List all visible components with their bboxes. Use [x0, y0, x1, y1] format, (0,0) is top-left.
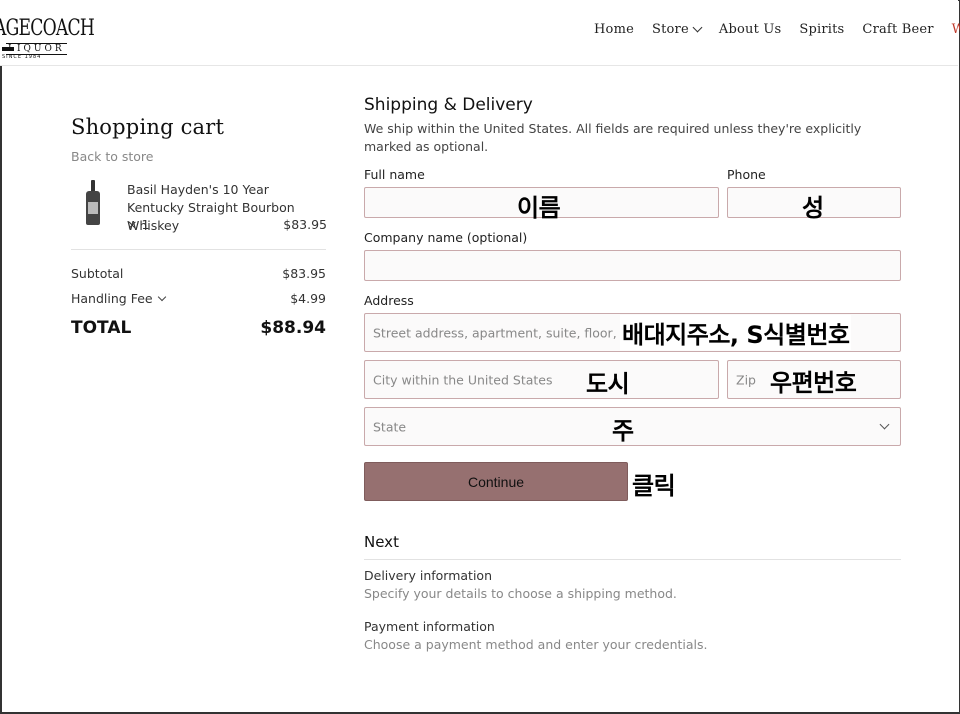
nav-whiskey-label: Whisk — [951, 22, 960, 37]
handling-fee-toggle[interactable]: Handling Fee — [71, 291, 166, 306]
nav-about-us[interactable]: About Us — [719, 22, 782, 37]
annotation-continue: 클릭 — [632, 472, 676, 500]
nav-spirits[interactable]: Spirits — [799, 22, 844, 37]
phone-label: Phone — [727, 167, 766, 182]
company-input[interactable] — [364, 250, 901, 281]
nav-store[interactable]: Store — [651, 22, 703, 37]
handling-fee-value: $4.99 — [290, 291, 326, 306]
nav-spirits-label: Spirits — [799, 22, 845, 37]
full-name-label: Full name — [364, 167, 425, 182]
next-divider — [364, 559, 901, 560]
annotation-state: 주 — [612, 417, 634, 445]
cart-divider — [71, 249, 326, 250]
state-placeholder: State — [373, 419, 407, 434]
logo-wordmark: AGECOACH — [0, 16, 95, 41]
step-payment-title: Payment information — [364, 619, 495, 634]
annotation-street: 배대지주소, S식별번호 — [620, 315, 852, 350]
annotation-phone: 성 — [802, 194, 824, 222]
cart-title: Shopping cart — [71, 115, 225, 139]
step-payment-desc: Choose a payment method and enter your c… — [364, 637, 708, 652]
handling-fee-row: Handling Fee $4.99 — [71, 291, 326, 306]
cart-item-price: $83.95 — [283, 217, 327, 232]
step-delivery-title: Delivery information — [364, 568, 493, 583]
step-delivery-desc: Specify your details to choose a shippin… — [364, 586, 677, 601]
total-label: TOTAL — [71, 318, 132, 338]
subtotal-row: Subtotal $83.95 — [71, 266, 326, 281]
nav-home[interactable]: Home — [594, 22, 634, 37]
shipping-description: We ship within the United States. All fi… — [364, 121, 862, 154]
city-input[interactable]: City within the United States — [364, 360, 719, 399]
cart-item-qty: × 1 — [127, 217, 150, 232]
street-placeholder: Street address, apartment, suite, floor,… — [373, 325, 645, 340]
total-value: $88.94 — [260, 318, 326, 338]
subtotal-value: $83.95 — [282, 266, 326, 281]
nav-craft-beer[interactable]: Craft Beer — [862, 22, 933, 37]
chevron-down-icon — [692, 22, 703, 33]
nav-craft-beer-label: Craft Beer — [862, 22, 934, 37]
site-header: AGECOACH LIQUOR SINCE 1984 Home Store Ab… — [0, 0, 960, 66]
nav-whiskey[interactable]: Whisk — [952, 22, 960, 37]
city-placeholder: City within the United States — [373, 372, 553, 387]
address-label: Address — [364, 293, 414, 308]
annotation-full-name: 이름 — [517, 194, 561, 222]
store-logo[interactable]: AGECOACH LIQUOR SINCE 1984 — [0, 16, 95, 62]
nav-home-label: Home — [594, 22, 634, 37]
handling-fee-label: Handling Fee — [71, 291, 153, 306]
nav-about-label: About Us — [718, 22, 782, 37]
shipping-title: Shipping & Delivery — [364, 95, 533, 115]
chevron-down-icon — [157, 292, 166, 302]
nav-store-label: Store — [651, 22, 689, 37]
total-row: TOTAL $88.94 — [71, 318, 326, 338]
zip-placeholder: Zip — [736, 372, 756, 387]
continue-button[interactable]: Continue — [364, 462, 628, 501]
back-to-store-link[interactable]: Back to store — [71, 149, 153, 164]
chevron-down-icon — [879, 419, 890, 430]
subtotal-label: Subtotal — [71, 266, 124, 281]
next-title: Next — [364, 533, 399, 551]
logo-since: SINCE 1984 — [2, 54, 42, 60]
main-nav: Home Store About Us Spirits Craft Beer W… — [594, 22, 960, 37]
product-bottle-image — [84, 180, 102, 226]
annotation-zip: 우편번호 — [770, 369, 857, 397]
company-label: Company name (optional) — [364, 230, 528, 245]
annotation-city: 도시 — [586, 370, 630, 398]
